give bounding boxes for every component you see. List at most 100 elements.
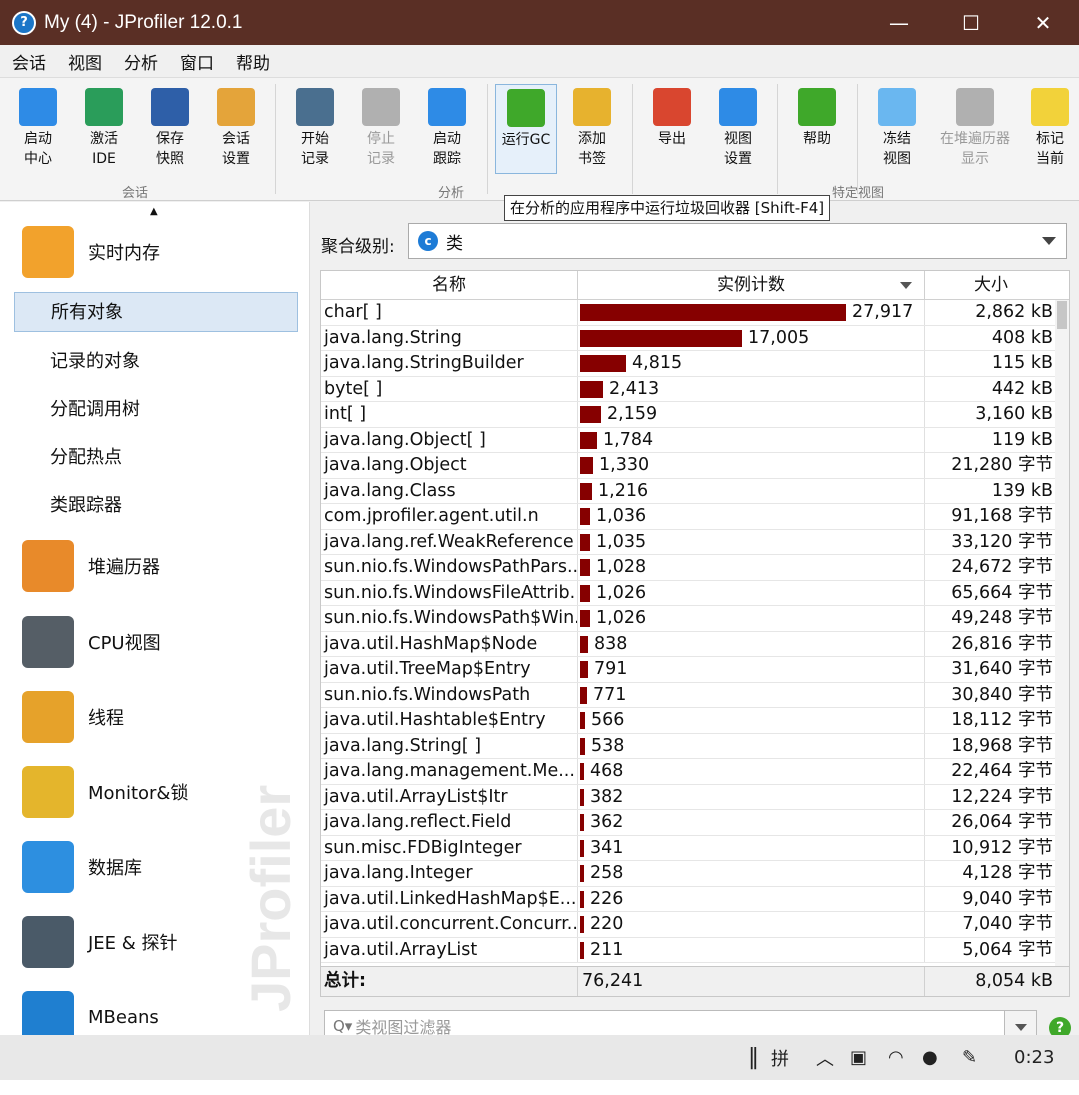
- table-row[interactable]: java.util.ArrayList 211 5,064 字节: [321, 937, 1057, 963]
- count-value: 771: [593, 684, 627, 705]
- toolbar-button-clipboard-edit[interactable]: 会话 设置: [205, 84, 267, 174]
- toolbar-button-sticky-note[interactable]: 标记 当前: [1019, 84, 1079, 174]
- tracking-icon: [428, 88, 466, 126]
- toolbar-button-export[interactable]: 导出: [641, 84, 703, 174]
- toolbar-button-camera[interactable]: 在堆遍历器 显示: [936, 84, 1014, 174]
- table-row[interactable]: java.lang.management.Me... 468 22,464 字节: [321, 759, 1057, 785]
- toolbar-button-help[interactable]: 帮助: [786, 84, 848, 174]
- table-row[interactable]: java.lang.Class 1,216 139 kB: [321, 478, 1057, 504]
- table-row[interactable]: java.lang.Integer 258 4,128 字节: [321, 861, 1057, 887]
- count-bar: [580, 610, 590, 627]
- menu-help[interactable]: 帮助: [224, 49, 280, 74]
- maximize-button[interactable]: ☐: [935, 0, 1007, 45]
- menu-session[interactable]: 会话: [0, 49, 56, 74]
- menu-window[interactable]: 窗口: [168, 49, 224, 74]
- count-bar: [580, 839, 584, 857]
- count-value: 211: [590, 939, 624, 960]
- sidebar-category-3[interactable]: Monitor&锁: [22, 766, 188, 818]
- count-bar: [580, 380, 603, 398]
- table-row[interactable]: sun.nio.fs.WindowsFileAttrib... 1,026 65,6…: [321, 580, 1057, 606]
- sidebar-item-0[interactable]: 所有对象: [14, 292, 298, 332]
- total-row: 总计: 76,241 8,054 kB: [321, 966, 1069, 996]
- toolbar-button-film-reel-stop[interactable]: 停止 记录: [350, 84, 412, 174]
- sidebar-category-0[interactable]: 堆遍历器: [22, 540, 160, 592]
- sidebar-item-4[interactable]: 类跟踪器: [14, 486, 298, 526]
- sidebar-item-3[interactable]: 分配热点: [14, 438, 298, 478]
- table-row[interactable]: sun.nio.fs.WindowsPath 771 30,840 字节: [321, 682, 1057, 708]
- table-row[interactable]: com.jprofiler.agent.util.n 1,036 91,168 字节: [321, 504, 1057, 530]
- menu-view[interactable]: 视图: [56, 49, 112, 74]
- table-row[interactable]: java.util.concurrent.Concurr... 220 7,040 …: [321, 912, 1057, 938]
- tray-chevron-up-icon[interactable]: ︿: [816, 1045, 834, 1071]
- category-label: 实时内存: [88, 243, 160, 264]
- column-name[interactable]: 名称: [321, 271, 578, 299]
- sidebar-category-2[interactable]: 线程: [22, 691, 124, 743]
- toolbar-button-floppy[interactable]: 保存 快照: [139, 84, 201, 174]
- sidebar-category-4[interactable]: 数据库: [22, 841, 142, 893]
- table-row[interactable]: java.lang.Object 1,330 21,280 字节: [321, 453, 1057, 479]
- table-row[interactable]: java.lang.String 17,005 408 kB: [321, 325, 1057, 351]
- toolbar-button-view-settings[interactable]: 视图 设置: [707, 84, 769, 174]
- clock-time[interactable]: 0:23: [1014, 1047, 1054, 1068]
- column-size[interactable]: 大小: [925, 271, 1057, 299]
- table-row[interactable]: java.util.HashMap$Node 838 26,816 字节: [321, 631, 1057, 657]
- toolbar-button-label: 添加 书签: [578, 131, 606, 167]
- toolbar-button-bookmark[interactable]: 添加 书签: [561, 84, 623, 174]
- table-row[interactable]: java.util.LinkedHashMap$E... 226 9,040 字节: [321, 886, 1057, 912]
- toolbar-button-recycle[interactable]: 运行GC: [495, 84, 557, 174]
- toolbar-button-label: 在堆遍历器 显示: [940, 131, 1010, 167]
- row-instance-count: 1,028: [578, 555, 925, 580]
- table-row[interactable]: int[ ] 2,159 3,160 kB: [321, 402, 1057, 428]
- sidebar-category-5[interactable]: JEE & 探针: [22, 916, 178, 968]
- row-size: 18,968 字节: [951, 735, 1053, 756]
- toolbar-button-launch-center[interactable]: 启动 中心: [7, 84, 69, 174]
- sidebar-item-2[interactable]: 分配调用树: [14, 390, 298, 430]
- row-instance-count: 382: [578, 784, 925, 809]
- table-row[interactable]: java.lang.String[ ] 538 18,968 字节: [321, 733, 1057, 759]
- camera-icon: [956, 88, 994, 126]
- minimize-button[interactable]: —: [863, 0, 935, 45]
- row-instance-count: 362: [578, 810, 925, 835]
- sort-desc-icon: [900, 282, 912, 289]
- close-button[interactable]: ✕: [1007, 0, 1079, 45]
- aggregation-select[interactable]: c 类: [408, 223, 1067, 259]
- sidebar-category-1[interactable]: CPU视图: [22, 616, 161, 668]
- network-app-icon[interactable]: ▣: [850, 1047, 867, 1068]
- row-class-name: sun.nio.fs.WindowsFileAttrib...: [321, 580, 578, 605]
- table-row[interactable]: sun.nio.fs.WindowsPathPars... 1,028 24,672…: [321, 555, 1057, 581]
- toolbar-button-snowflake[interactable]: 冻结 视图: [866, 84, 928, 174]
- vertical-scrollbar[interactable]: [1055, 300, 1069, 966]
- table-row[interactable]: sun.misc.FDBigInteger 341 10,912 字节: [321, 835, 1057, 861]
- count-value: 1,028: [596, 557, 647, 577]
- toolbar-button-tracking[interactable]: 启动 跟踪: [416, 84, 478, 174]
- toolbar-button-label: 冻结 视图: [883, 131, 911, 167]
- table-row[interactable]: java.util.TreeMap$Entry 791 31,640 字节: [321, 657, 1057, 683]
- column-instance-count[interactable]: 实例计数: [578, 271, 925, 299]
- sidebar-category-6[interactable]: MBeans: [22, 991, 159, 1035]
- pen-input-icon[interactable]: ✎: [962, 1047, 977, 1068]
- table-row[interactable]: char[ ] 27,917 2,862 kB: [321, 300, 1057, 326]
- wifi-icon[interactable]: ◠: [888, 1047, 904, 1068]
- sidebar-category-live-memory[interactable]: 实时内存: [22, 226, 160, 278]
- row-size: 5,064 字节: [962, 939, 1053, 960]
- toolbar-button-film-reel[interactable]: 开始 记录: [284, 84, 346, 174]
- sidebar-item-1[interactable]: 记录的对象: [14, 342, 298, 382]
- scroll-up-arrow-icon[interactable]: ▲: [150, 206, 158, 217]
- count-value: 1,035: [596, 531, 647, 552]
- table-row[interactable]: java.lang.Object[ ] 1,784 119 kB: [321, 427, 1057, 453]
- table-row[interactable]: java.lang.StringBuilder 4,815 115 kB: [321, 351, 1057, 377]
- row-size: 65,664 字节: [951, 582, 1053, 603]
- menu-analysis[interactable]: 分析: [112, 49, 168, 74]
- table-row[interactable]: byte[ ] 2,413 442 kB: [321, 376, 1057, 402]
- qq-penguin-icon[interactable]: ●: [922, 1047, 938, 1068]
- row-class-name: java.lang.Integer: [321, 861, 578, 886]
- table-row[interactable]: java.util.Hashtable$Entry 566 18,112 字节: [321, 708, 1057, 734]
- table-row[interactable]: sun.nio.fs.WindowsPath$Win... 1,026 49,248…: [321, 606, 1057, 632]
- table-row[interactable]: java.util.ArrayList$Itr 382 12,224 字节: [321, 784, 1057, 810]
- ime-indicator[interactable]: 拼: [771, 1045, 789, 1071]
- toolbar-button-ide[interactable]: 激活 IDE: [73, 84, 135, 174]
- count-value: 791: [594, 659, 628, 679]
- table-row[interactable]: java.lang.ref.WeakReference 1,035 33,120 字…: [321, 529, 1057, 555]
- scrollbar-thumb[interactable]: [1057, 301, 1067, 329]
- table-row[interactable]: java.lang.reflect.Field 362 26,064 字节: [321, 810, 1057, 836]
